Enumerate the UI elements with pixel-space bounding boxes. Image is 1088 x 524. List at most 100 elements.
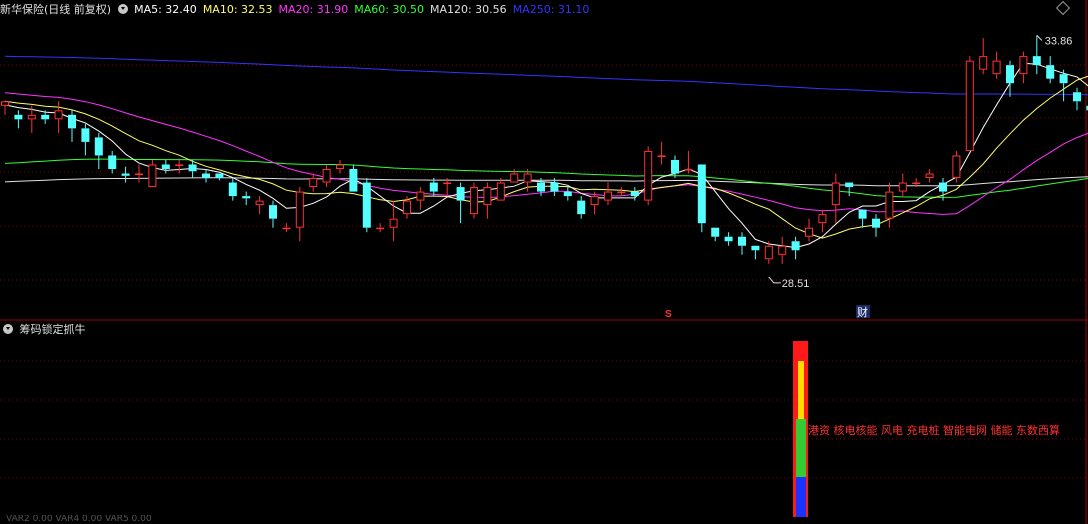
candlestick bbox=[751, 245, 760, 260]
candle-body-down bbox=[362, 182, 371, 228]
candle-body-down bbox=[242, 196, 251, 199]
ma250-line bbox=[4, 55, 1088, 96]
candlestick bbox=[510, 169, 519, 183]
candle-body-up bbox=[590, 196, 599, 206]
low-price-label: 28.51 bbox=[782, 278, 810, 290]
candle-body-up bbox=[778, 245, 787, 255]
candlestick bbox=[68, 110, 76, 142]
candle-body-down bbox=[188, 164, 197, 172]
candlestick bbox=[965, 56, 974, 151]
ma5-line bbox=[4, 62, 1088, 249]
candle-body-up bbox=[992, 60, 1001, 75]
candle-body-down bbox=[738, 236, 746, 246]
candlestick bbox=[161, 159, 170, 174]
candle-body-up bbox=[952, 155, 961, 179]
candlestick bbox=[295, 187, 304, 242]
candlestick bbox=[952, 150, 961, 183]
candle-body-up bbox=[376, 227, 385, 230]
candle-body-up bbox=[54, 110, 63, 120]
candlestick bbox=[1059, 69, 1068, 102]
candlestick bbox=[349, 164, 358, 192]
candlestick bbox=[496, 178, 505, 201]
candle-body-down bbox=[68, 114, 76, 129]
marker-s: S bbox=[665, 309, 672, 320]
candle-body-up bbox=[282, 227, 291, 230]
candlestick bbox=[336, 159, 344, 174]
candle-body-down bbox=[563, 191, 572, 197]
candle-body-down bbox=[858, 209, 867, 219]
candlestick bbox=[563, 187, 572, 201]
candlestick bbox=[148, 159, 157, 188]
marker-cai: 财 bbox=[857, 305, 868, 319]
candlestick bbox=[657, 141, 666, 165]
candlestick bbox=[1006, 60, 1014, 97]
candle-body-up bbox=[898, 182, 907, 192]
candlestick bbox=[470, 182, 478, 219]
candlestick bbox=[389, 200, 398, 242]
price-chart[interactable]: 33.86 28.51 S 财 bbox=[0, 0, 1088, 524]
candlestick bbox=[121, 166, 130, 183]
candlestick bbox=[577, 196, 586, 219]
candlestick bbox=[992, 51, 1001, 79]
candlestick bbox=[697, 164, 706, 233]
candlestick bbox=[858, 209, 867, 228]
candle-body-down bbox=[228, 182, 237, 197]
candle-body-up bbox=[27, 114, 36, 120]
candle-body-up bbox=[309, 178, 318, 188]
candle-body-down bbox=[550, 182, 559, 192]
candlestick bbox=[831, 173, 840, 224]
candlestick bbox=[269, 200, 277, 228]
candle-body-up bbox=[322, 169, 331, 183]
candle-body-up bbox=[148, 164, 157, 188]
candlestick bbox=[845, 182, 854, 197]
candlestick bbox=[255, 196, 264, 215]
candle-body-down bbox=[872, 218, 880, 228]
indicator-bar-blue bbox=[796, 477, 806, 517]
candle-body-down bbox=[537, 182, 545, 192]
candlestick bbox=[778, 236, 787, 264]
candle-body-up bbox=[885, 191, 894, 219]
candlestick bbox=[898, 173, 907, 197]
candlestick bbox=[684, 150, 693, 174]
candle-body-down bbox=[215, 173, 224, 179]
candlestick bbox=[416, 187, 425, 210]
candle-body-down bbox=[81, 128, 90, 142]
sub-dropdown-icon[interactable] bbox=[3, 324, 13, 334]
candle-body-down bbox=[751, 245, 760, 251]
candlestick bbox=[724, 232, 733, 246]
candle-body-down bbox=[41, 114, 50, 120]
candlestick bbox=[644, 146, 653, 206]
candlestick bbox=[175, 159, 184, 174]
candle-body-up bbox=[684, 169, 693, 171]
candlestick bbox=[885, 182, 894, 228]
candlestick bbox=[135, 164, 143, 183]
candlestick bbox=[1032, 35, 1041, 75]
candlestick bbox=[1019, 51, 1028, 84]
candle-body-up bbox=[925, 173, 934, 179]
candlestick bbox=[791, 236, 800, 260]
candlestick bbox=[979, 38, 988, 75]
candlestick bbox=[215, 173, 224, 181]
candle-body-down bbox=[1006, 65, 1014, 84]
candlestick bbox=[617, 187, 626, 197]
candle-body-up bbox=[336, 164, 344, 169]
candle-body-down bbox=[429, 182, 438, 192]
low-pointer bbox=[768, 276, 781, 284]
ma120-line bbox=[4, 176, 1088, 187]
candlestick bbox=[202, 169, 210, 183]
candle-body-up bbox=[764, 245, 773, 260]
candlestick bbox=[483, 182, 492, 219]
candlestick bbox=[94, 132, 103, 169]
sub-indicator-text: 港资 核电核能 风电 充电桩 智能电网 储能 东数西算 bbox=[808, 424, 1060, 437]
candle-body-up bbox=[175, 164, 184, 166]
candle-body-up bbox=[831, 182, 840, 206]
candlestick bbox=[322, 164, 331, 188]
stock-chart-window: 新华保险(日线 前复权) MA5: 32.40 MA10: 32.53 MA20: … bbox=[0, 0, 1088, 524]
candle-body-up bbox=[644, 150, 653, 201]
candle-body-up bbox=[965, 60, 974, 151]
candlestick bbox=[309, 173, 318, 192]
candle-body-up bbox=[523, 173, 532, 183]
candle-body-up bbox=[135, 173, 143, 176]
sub-indicator-legend: 筹码锁定抓牛 bbox=[0, 322, 300, 338]
candlestick bbox=[1073, 87, 1081, 111]
